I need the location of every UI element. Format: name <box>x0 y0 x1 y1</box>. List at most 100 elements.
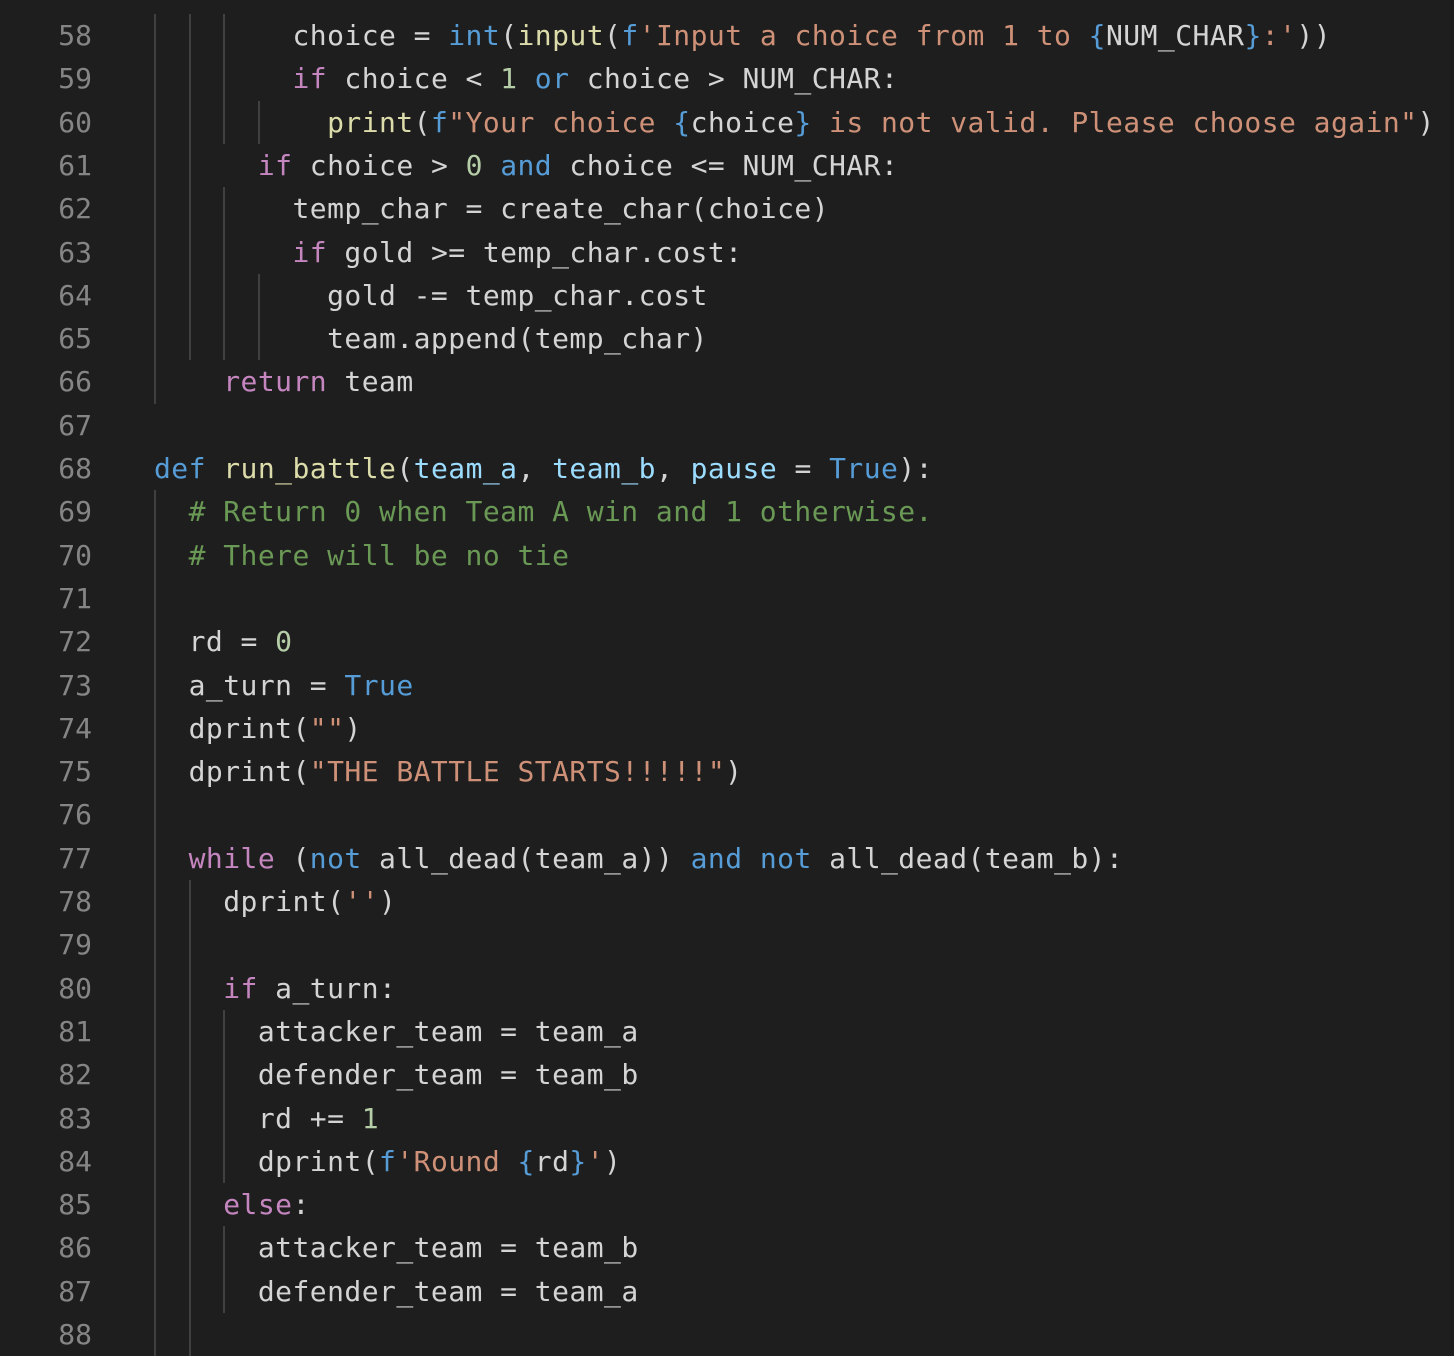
code-editor[interactable]: 58 choice = int(input(f'Input a choice f… <box>0 0 1454 1356</box>
code-token: if <box>292 235 328 269</box>
line-number: 66 <box>58 365 92 399</box>
code-line[interactable]: 73 a_turn = True <box>0 664 1454 707</box>
code-token: int <box>448 19 501 52</box>
code-line[interactable]: 60 print(f"Your choice {choice} is not v… <box>0 101 1454 144</box>
code-text: else: <box>154 1183 310 1226</box>
code-line[interactable]: 80 if a_turn: <box>0 967 1454 1010</box>
code-token: gold >= temp_char.cost: <box>327 235 743 269</box>
code-token: attacker_team = team_a <box>257 1014 639 1048</box>
code-line[interactable]: 83 rd += 1 <box>0 1097 1454 1140</box>
code-token: NUM_CHAR <box>1105 19 1245 52</box>
code-line[interactable]: 62 temp_char = create_char(choice) <box>0 187 1454 230</box>
code-token: ( <box>604 19 622 52</box>
code-token: :' <box>1261 19 1297 52</box>
code-token: f <box>621 19 639 52</box>
code-token: def <box>154 452 206 485</box>
code-line[interactable]: 68 def run_battle(team_a, team_b, pause =… <box>0 447 1454 490</box>
code-line[interactable]: 74 dprint("") <box>0 707 1454 750</box>
code-token: ( <box>500 19 518 52</box>
code-token: , <box>517 452 553 485</box>
line-number: 58 <box>58 19 92 52</box>
code-line[interactable]: 67 <box>0 404 1454 447</box>
code-line[interactable]: 59 if choice < 1 or choice > NUM_CHAR: <box>0 57 1454 100</box>
code-token: True <box>344 668 414 702</box>
code-line[interactable]: 66 return team <box>0 360 1454 403</box>
code-token: all_dead(team_a)) <box>361 841 691 875</box>
code-line[interactable]: 72 rd = 0 <box>0 620 1454 663</box>
code-line[interactable]: 61 if choice > 0 and choice <= NUM_CHAR: <box>0 144 1454 187</box>
code-line[interactable]: 76 <box>0 793 1454 836</box>
code-line[interactable]: 82 defender_team = team_b <box>0 1053 1454 1096</box>
code-text: defender_team = team_b <box>154 1053 639 1096</box>
code-token: defender_team = team_a <box>257 1274 639 1308</box>
code-token: dprint( <box>188 711 310 745</box>
code-token: temp_char = create_char(choice) <box>292 192 829 226</box>
line-number: 76 <box>58 798 92 832</box>
line-number: 80 <box>58 971 92 1005</box>
code-line[interactable]: 86 attacker_team = team_b <box>0 1226 1454 1269</box>
code-line[interactable]: 84 dprint(f'Round {rd}') <box>0 1140 1454 1183</box>
code-token: if <box>223 971 258 1005</box>
code-token: not <box>759 841 812 875</box>
code-token: ' <box>586 1144 605 1178</box>
code-line[interactable]: 70 # There will be no tie <box>0 534 1454 577</box>
code-line[interactable]: 64 gold -= temp_char.cost <box>0 274 1454 317</box>
code-token: choice = <box>292 19 449 52</box>
code-line[interactable]: 69 # Return 0 when Team A win and 1 othe… <box>0 490 1454 533</box>
code-token: team_a <box>413 452 518 485</box>
line-number: 75 <box>58 755 92 789</box>
code-line[interactable]: 81 attacker_team = team_a <box>0 1010 1454 1053</box>
line-number: 84 <box>58 1144 92 1178</box>
code-token: all_dead(team_b): <box>811 841 1124 875</box>
code-token: { <box>673 105 691 139</box>
code-line[interactable]: 75 dprint("THE BATTLE STARTS!!!!!") <box>0 750 1454 793</box>
code-text: team.append(temp_char) <box>154 317 708 360</box>
code-token: if <box>292 62 328 96</box>
code-text: attacker_team = team_a <box>154 1010 639 1053</box>
code-token: '' <box>344 885 380 918</box>
code-token: ) <box>1417 105 1435 139</box>
code-token: ) <box>604 1144 622 1178</box>
code-token: } <box>1244 19 1262 52</box>
line-number: 60 <box>58 105 92 139</box>
code-text: dprint('') <box>154 880 396 923</box>
code-line[interactable]: 77 while (not all_dead(team_a)) and not … <box>0 837 1454 880</box>
line-number: 74 <box>58 711 92 745</box>
code-text: gold -= temp_char.cost <box>154 274 708 317</box>
code-line[interactable]: 88 <box>0 1313 1454 1356</box>
code-text: # There will be no tie <box>154 534 569 577</box>
code-text: dprint("") <box>154 707 362 750</box>
line-number: 87 <box>58 1274 92 1308</box>
code-token: ) <box>344 711 362 745</box>
code-token: f <box>379 1144 397 1178</box>
code-line[interactable]: 79 <box>0 923 1454 966</box>
code-token: "" <box>309 711 345 745</box>
code-text: print(f"Your choice {choice} is not vali… <box>154 101 1435 144</box>
line-number: 68 <box>58 452 92 485</box>
code-line[interactable]: 63 if gold >= temp_char.cost: <box>0 231 1454 274</box>
code-line[interactable]: 78 dprint('') <box>0 880 1454 923</box>
code-line[interactable]: 65 team.append(temp_char) <box>0 317 1454 360</box>
code-token: 'Round <box>396 1144 518 1178</box>
code-line[interactable]: 58 choice = int(input(f'Input a choice f… <box>0 14 1454 57</box>
line-number: 70 <box>58 538 92 572</box>
code-line[interactable]: 85 else: <box>0 1183 1454 1226</box>
line-number: 73 <box>58 668 92 702</box>
code-token: choice <box>690 105 795 139</box>
code-line[interactable]: 71 <box>0 577 1454 620</box>
code-token: )) <box>1296 19 1332 52</box>
code-token: ) <box>725 755 743 789</box>
code-token: 1 <box>500 62 518 96</box>
code-token: pause <box>690 452 778 485</box>
line-number: 71 <box>58 581 92 615</box>
code-line[interactable]: 87 defender_team = team_a <box>0 1270 1454 1313</box>
